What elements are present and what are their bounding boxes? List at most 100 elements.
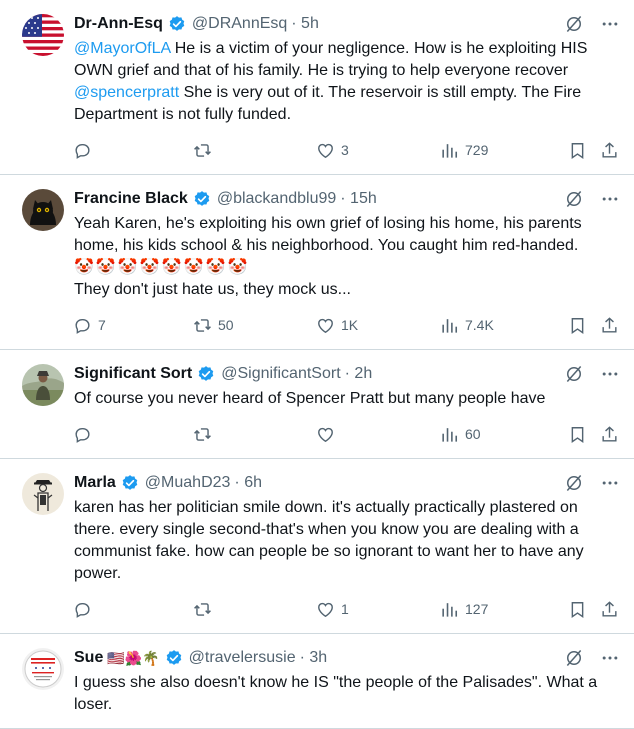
grok-icon[interactable]	[564, 473, 584, 493]
share-button[interactable]	[600, 425, 620, 444]
reply-button[interactable]	[73, 141, 193, 160]
views-button-count: 729	[465, 142, 489, 158]
tweet-header: Francine Black @blackandblu99 · 15h	[74, 187, 624, 211]
retweet-button[interactable]: 50	[193, 316, 316, 335]
tweet-text-segment: Yeah Karen, he's exploiting his own grie…	[74, 215, 582, 254]
views-button[interactable]: 127	[440, 600, 568, 619]
share-button[interactable]	[600, 316, 620, 335]
tweet-reply[interactable]: Marla @MuahD23 · 6h karen has her politicia…	[0, 459, 634, 634]
tweet-actions: 3 729	[73, 126, 624, 174]
more-icon[interactable]	[600, 364, 620, 384]
tweet-reply[interactable]: Sue 🇺🇸🌺🌴 @travelersusie · 3h I guess she als…	[0, 634, 634, 729]
retweet-button[interactable]	[193, 425, 316, 444]
tweet-top-actions	[564, 189, 620, 209]
bookmark-button[interactable]	[568, 600, 600, 619]
like-button-count: 1	[341, 601, 349, 617]
timestamp[interactable]: · 2h	[345, 365, 373, 383]
user-handle[interactable]: @SignificantSort	[221, 365, 340, 383]
timestamp[interactable]: · 15h	[340, 190, 376, 208]
name-emojis: 🇺🇸🌺🌴	[107, 649, 160, 666]
bookmark-button[interactable]	[568, 316, 600, 335]
tweet-reply[interactable]: Francine Black @blackandblu99 · 15h Yeah Ka…	[0, 175, 634, 350]
tweet-top-actions	[564, 14, 620, 34]
display-name[interactable]: Dr-Ann-Esq	[74, 15, 163, 33]
like-button[interactable]	[316, 425, 440, 444]
bookmark-icon	[568, 600, 587, 619]
user-handle[interactable]: @blackandblu99	[217, 190, 336, 208]
share-button[interactable]	[600, 141, 620, 160]
tweet-actions: 7 50 1K 7.4K	[73, 301, 624, 349]
reply-button[interactable]: 7	[73, 316, 193, 335]
timestamp[interactable]: · 6h	[234, 474, 262, 492]
views-button-count: 7.4K	[465, 317, 494, 333]
display-name[interactable]: Significant Sort	[74, 365, 192, 383]
retweet-icon	[193, 316, 212, 335]
retweet-icon	[193, 600, 212, 619]
bookmark-button[interactable]	[568, 141, 600, 160]
timestamp[interactable]: · 5h	[291, 15, 319, 33]
tweet-top-actions	[564, 364, 620, 384]
views-icon	[440, 425, 459, 444]
like-button-count: 3	[341, 142, 349, 158]
bookmark-icon	[568, 425, 587, 444]
tweet-reply[interactable]: Significant Sort @SignificantSort · 2h Of c…	[0, 350, 634, 459]
display-name[interactable]: Francine Black	[74, 190, 188, 208]
grok-icon[interactable]	[564, 189, 584, 209]
bookmark-icon	[568, 316, 587, 335]
reply-icon	[73, 600, 92, 619]
bookmark-icon	[568, 141, 587, 160]
avatar[interactable]	[22, 364, 64, 406]
mention-link[interactable]: @spencerpratt	[74, 84, 179, 101]
verified-badge-icon	[121, 474, 139, 492]
like-button[interactable]: 1	[316, 600, 440, 619]
views-icon	[440, 600, 459, 619]
views-icon	[440, 141, 459, 160]
more-icon[interactable]	[600, 14, 620, 34]
views-button-count: 127	[465, 601, 489, 617]
display-name[interactable]: Sue	[74, 649, 103, 667]
grok-icon[interactable]	[564, 364, 584, 384]
retweet-icon	[193, 141, 212, 160]
avatar[interactable]	[22, 648, 64, 690]
views-button[interactable]: 7.4K	[440, 316, 568, 335]
mention-link[interactable]: @MayorOfLA	[74, 40, 170, 57]
like-icon	[316, 425, 335, 444]
views-button[interactable]: 60	[440, 425, 568, 444]
user-handle[interactable]: @MuahD23	[145, 474, 231, 492]
avatar[interactable]	[22, 14, 64, 56]
views-icon	[440, 316, 459, 335]
avatar[interactable]	[22, 473, 64, 515]
share-button[interactable]	[600, 600, 620, 619]
tweet-reply[interactable]: Dr-Ann-Esq @DRAnnEsq · 5h @MayorOfLA He is …	[0, 0, 634, 175]
retweet-button[interactable]	[193, 141, 316, 160]
like-icon	[316, 600, 335, 619]
share-icon	[600, 141, 619, 160]
more-icon[interactable]	[600, 648, 620, 668]
tweet-top-actions	[564, 648, 620, 668]
retweet-button-count: 50	[218, 317, 234, 333]
timestamp[interactable]: · 3h	[300, 649, 328, 667]
tweet-text-segment: karen has her politician smile down. it'…	[74, 499, 584, 582]
views-button[interactable]: 729	[440, 141, 568, 160]
reply-timeline: Dr-Ann-Esq @DRAnnEsq · 5h @MayorOfLA He is …	[0, 0, 634, 729]
tweet-text-segment: Of course you never heard of Spencer Pra…	[74, 390, 546, 407]
like-button[interactable]: 3	[316, 141, 440, 160]
reply-button[interactable]	[73, 425, 193, 444]
user-handle[interactable]: @DRAnnEsq	[192, 15, 287, 33]
grok-icon[interactable]	[564, 14, 584, 34]
like-icon	[316, 141, 335, 160]
grok-icon[interactable]	[564, 648, 584, 668]
like-icon	[316, 316, 335, 335]
avatar[interactable]	[22, 189, 64, 231]
user-handle[interactable]: @travelersusie	[189, 649, 296, 667]
like-button[interactable]: 1K	[316, 316, 440, 335]
reply-button[interactable]	[73, 600, 193, 619]
more-icon[interactable]	[600, 189, 620, 209]
display-name[interactable]: Marla	[74, 474, 116, 492]
tweet-text: karen has her politician smile down. it'…	[74, 497, 624, 585]
like-button-count: 1K	[341, 317, 359, 333]
bookmark-button[interactable]	[568, 425, 600, 444]
tweet-header: Significant Sort @SignificantSort · 2h	[74, 362, 624, 386]
more-icon[interactable]	[600, 473, 620, 493]
retweet-button[interactable]	[193, 600, 316, 619]
